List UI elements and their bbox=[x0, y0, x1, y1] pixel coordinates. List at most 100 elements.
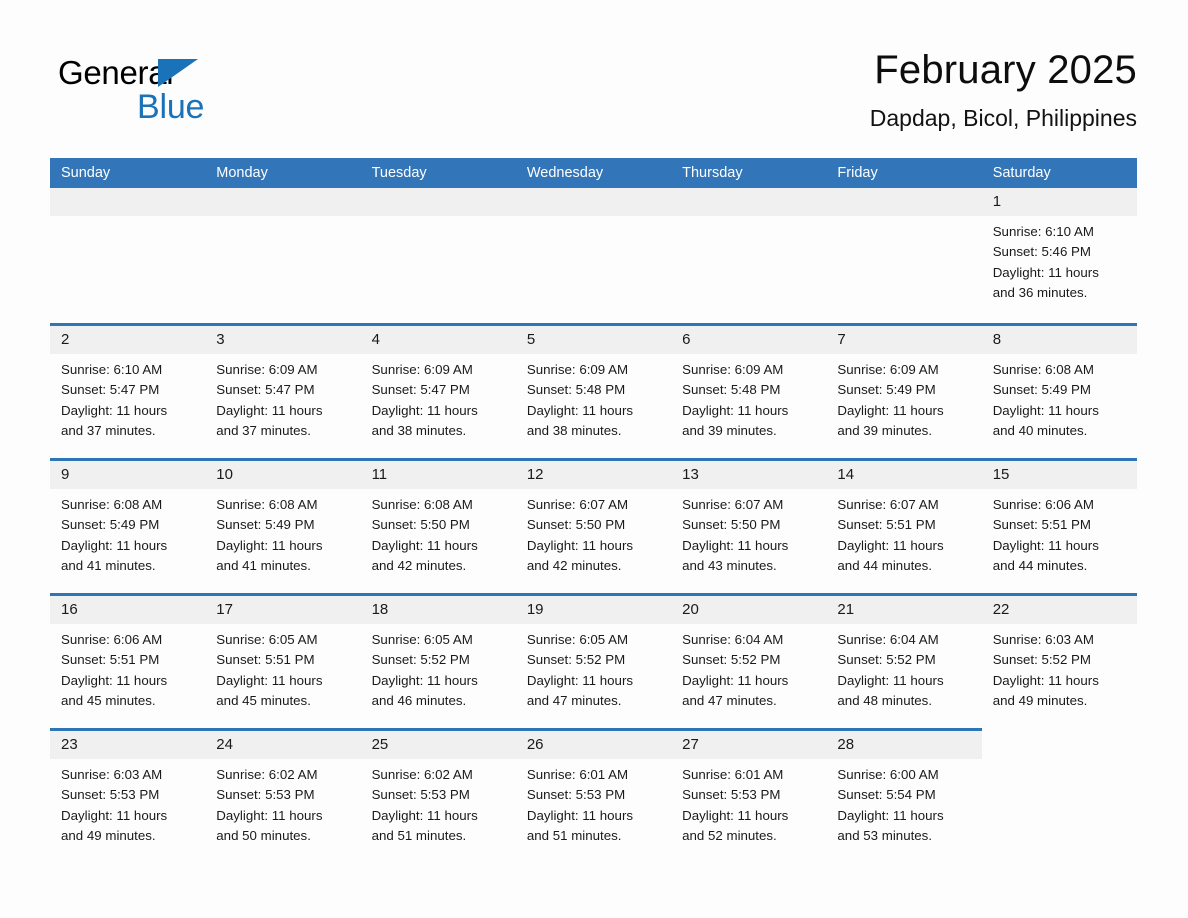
day-details: Sunrise: 6:05 AM Sunset: 5:52 PM Dayligh… bbox=[361, 624, 516, 711]
page-title: February 2025 bbox=[874, 48, 1137, 92]
day-cell[interactable]: 26 Sunrise: 6:01 AM Sunset: 5:53 PM Dayl… bbox=[515, 731, 672, 866]
day-cell[interactable]: 17 Sunrise: 6:05 AM Sunset: 5:51 PM Dayl… bbox=[205, 596, 361, 728]
sunset-text: Sunset: 5:52 PM bbox=[371, 652, 470, 668]
sunset-text: Sunset: 5:49 PM bbox=[837, 382, 936, 398]
daylight-text-line2: and 45 minutes. bbox=[61, 692, 156, 708]
daylight-text-line1: Daylight: 11 hours bbox=[216, 807, 323, 823]
day-details: Sunrise: 6:04 AM Sunset: 5:52 PM Dayligh… bbox=[671, 624, 826, 711]
day-cell[interactable]: 8 Sunrise: 6:08 AM Sunset: 5:49 PM Dayli… bbox=[981, 326, 1137, 458]
sunrise-text: Sunrise: 6:05 AM bbox=[216, 632, 318, 647]
day-cell[interactable]: 21 Sunrise: 6:04 AM Sunset: 5:52 PM Dayl… bbox=[826, 596, 982, 728]
daynum-band bbox=[360, 188, 516, 216]
daynum-band: 28 bbox=[826, 731, 982, 759]
calendar-grid: Sunday Monday Tuesday Wednesday Thursday… bbox=[50, 158, 1137, 866]
day-cell-empty bbox=[515, 188, 672, 323]
daynum-band: 14 bbox=[826, 461, 982, 489]
day-cell[interactable]: 15 Sunrise: 6:06 AM Sunset: 5:51 PM Dayl… bbox=[981, 461, 1137, 593]
daylight-text-line2: and 40 minutes. bbox=[992, 422, 1088, 438]
day-cell-empty bbox=[981, 731, 1137, 866]
day-cell[interactable]: 27 Sunrise: 6:01 AM Sunset: 5:53 PM Dayl… bbox=[671, 731, 827, 866]
sunset-text: Sunset: 5:53 PM bbox=[682, 787, 781, 803]
day-number: 22 bbox=[992, 601, 1010, 618]
daynum-band: 22 bbox=[981, 596, 1137, 624]
day-details: Sunrise: 6:05 AM Sunset: 5:52 PM Dayligh… bbox=[516, 624, 671, 711]
day-number: 14 bbox=[837, 466, 855, 483]
day-cell[interactable]: 14 Sunrise: 6:07 AM Sunset: 5:51 PM Dayl… bbox=[826, 461, 982, 593]
sunset-text: Sunset: 5:48 PM bbox=[682, 382, 781, 398]
day-cell[interactable]: 6 Sunrise: 6:09 AM Sunset: 5:48 PM Dayli… bbox=[671, 326, 827, 458]
day-details: Sunrise: 6:09 AM Sunset: 5:48 PM Dayligh… bbox=[516, 354, 671, 441]
day-cell[interactable]: 20 Sunrise: 6:04 AM Sunset: 5:52 PM Dayl… bbox=[671, 596, 827, 728]
weekday-header-friday: Friday bbox=[837, 165, 878, 181]
day-number bbox=[826, 193, 837, 210]
day-cell[interactable]: 25 Sunrise: 6:02 AM Sunset: 5:53 PM Dayl… bbox=[360, 731, 516, 866]
day-details: Sunrise: 6:07 AM Sunset: 5:50 PM Dayligh… bbox=[671, 489, 826, 576]
weekday-header-wednesday: Wednesday bbox=[526, 165, 604, 181]
day-cell[interactable]: 28 Sunrise: 6:00 AM Sunset: 5:54 PM Dayl… bbox=[826, 731, 982, 866]
sunset-text: Sunset: 5:50 PM bbox=[682, 517, 781, 533]
day-cell[interactable]: 22 Sunrise: 6:03 AM Sunset: 5:52 PM Dayl… bbox=[981, 596, 1137, 728]
daynum-band: 12 bbox=[515, 461, 672, 489]
title-block: February 2025 Dapdap, Bicol, Philippines bbox=[870, 44, 1137, 134]
day-cell[interactable]: 23 Sunrise: 6:03 AM Sunset: 5:53 PM Dayl… bbox=[50, 731, 206, 866]
day-cell[interactable]: 5 Sunrise: 6:09 AM Sunset: 5:48 PM Dayli… bbox=[515, 326, 672, 458]
daynum-band: 11 bbox=[360, 461, 516, 489]
day-cell[interactable]: 11 Sunrise: 6:08 AM Sunset: 5:50 PM Dayl… bbox=[360, 461, 516, 593]
sunset-text: Sunset: 5:52 PM bbox=[992, 652, 1091, 668]
day-cell[interactable]: 7 Sunrise: 6:09 AM Sunset: 5:49 PM Dayli… bbox=[826, 326, 982, 458]
day-number: 3 bbox=[216, 331, 225, 348]
sunset-text: Sunset: 5:48 PM bbox=[526, 382, 626, 398]
daynum-band: 3 bbox=[205, 326, 361, 354]
day-number: 24 bbox=[216, 736, 233, 753]
daylight-text-line1: Daylight: 11 hours bbox=[837, 537, 944, 553]
day-cell-empty bbox=[826, 188, 982, 323]
calendar-week-row: 16 Sunrise: 6:06 AM Sunset: 5:51 PM Dayl… bbox=[50, 593, 1137, 728]
daynum-band: 15 bbox=[981, 461, 1137, 489]
daylight-text-line2: and 36 minutes. bbox=[992, 284, 1088, 300]
day-number: 20 bbox=[682, 601, 699, 618]
day-cell[interactable]: 1 Sunrise: 6:10 AM Sunset: 5:46 PM Dayli… bbox=[981, 188, 1137, 323]
daylight-text-line1: Daylight: 11 hours bbox=[61, 807, 168, 823]
sunset-text: Sunset: 5:53 PM bbox=[526, 787, 626, 803]
sunset-text: Sunset: 5:47 PM bbox=[216, 382, 315, 398]
weekday-header-row: Sunday Monday Tuesday Wednesday Thursday… bbox=[50, 158, 1137, 188]
day-number: 19 bbox=[526, 601, 544, 618]
daylight-text-line1: Daylight: 11 hours bbox=[837, 672, 944, 688]
day-details: Sunrise: 6:03 AM Sunset: 5:53 PM Dayligh… bbox=[50, 759, 205, 846]
day-cell[interactable]: 13 Sunrise: 6:07 AM Sunset: 5:50 PM Dayl… bbox=[671, 461, 827, 593]
sunrise-text: Sunrise: 6:10 AM bbox=[61, 362, 163, 377]
day-cell[interactable]: 4 Sunrise: 6:09 AM Sunset: 5:47 PM Dayli… bbox=[360, 326, 516, 458]
day-cell[interactable]: 9 Sunrise: 6:08 AM Sunset: 5:49 PM Dayli… bbox=[50, 461, 206, 593]
sunrise-text: Sunrise: 6:07 AM bbox=[837, 497, 939, 512]
daylight-text-line2: and 50 minutes. bbox=[216, 827, 311, 843]
day-details: Sunrise: 6:04 AM Sunset: 5:52 PM Dayligh… bbox=[826, 624, 981, 711]
daynum-band: 4 bbox=[360, 326, 516, 354]
sunrise-text: Sunrise: 6:05 AM bbox=[526, 632, 629, 647]
daynum-band: 1 bbox=[981, 188, 1137, 216]
day-cell[interactable]: 16 Sunrise: 6:06 AM Sunset: 5:51 PM Dayl… bbox=[50, 596, 206, 728]
day-cell[interactable]: 2 Sunrise: 6:10 AM Sunset: 5:47 PM Dayli… bbox=[50, 326, 206, 458]
sunrise-text: Sunrise: 6:05 AM bbox=[371, 632, 473, 647]
day-cell[interactable]: 12 Sunrise: 6:07 AM Sunset: 5:50 PM Dayl… bbox=[515, 461, 672, 593]
daylight-text-line2: and 49 minutes. bbox=[992, 692, 1088, 708]
sunrise-text: Sunrise: 6:00 AM bbox=[837, 767, 939, 782]
day-cell[interactable]: 18 Sunrise: 6:05 AM Sunset: 5:52 PM Dayl… bbox=[360, 596, 516, 728]
daylight-text-line1: Daylight: 11 hours bbox=[682, 537, 789, 553]
daylight-text-line2: and 44 minutes. bbox=[837, 557, 933, 573]
day-cell[interactable]: 10 Sunrise: 6:08 AM Sunset: 5:49 PM Dayl… bbox=[205, 461, 361, 593]
day-cell[interactable]: 3 Sunrise: 6:09 AM Sunset: 5:47 PM Dayli… bbox=[205, 326, 361, 458]
day-number: 2 bbox=[61, 331, 70, 348]
page-header: General Blue February 2025 Dapdap, Bicol… bbox=[50, 44, 1137, 152]
daynum-band: 27 bbox=[671, 731, 827, 759]
day-number: 11 bbox=[371, 466, 388, 483]
daylight-text-line2: and 38 minutes. bbox=[371, 422, 467, 438]
daylight-text-line1: Daylight: 11 hours bbox=[216, 402, 323, 418]
daylight-text-line2: and 42 minutes. bbox=[371, 557, 467, 573]
general-blue-logo: General Blue bbox=[58, 54, 358, 134]
sunset-text: Sunset: 5:49 PM bbox=[216, 517, 315, 533]
day-cell[interactable]: 19 Sunrise: 6:05 AM Sunset: 5:52 PM Dayl… bbox=[515, 596, 672, 728]
day-details: Sunrise: 6:09 AM Sunset: 5:47 PM Dayligh… bbox=[205, 354, 360, 441]
day-cell[interactable]: 24 Sunrise: 6:02 AM Sunset: 5:53 PM Dayl… bbox=[205, 731, 361, 866]
daylight-text-line2: and 47 minutes. bbox=[682, 692, 777, 708]
sunset-text: Sunset: 5:51 PM bbox=[837, 517, 936, 533]
